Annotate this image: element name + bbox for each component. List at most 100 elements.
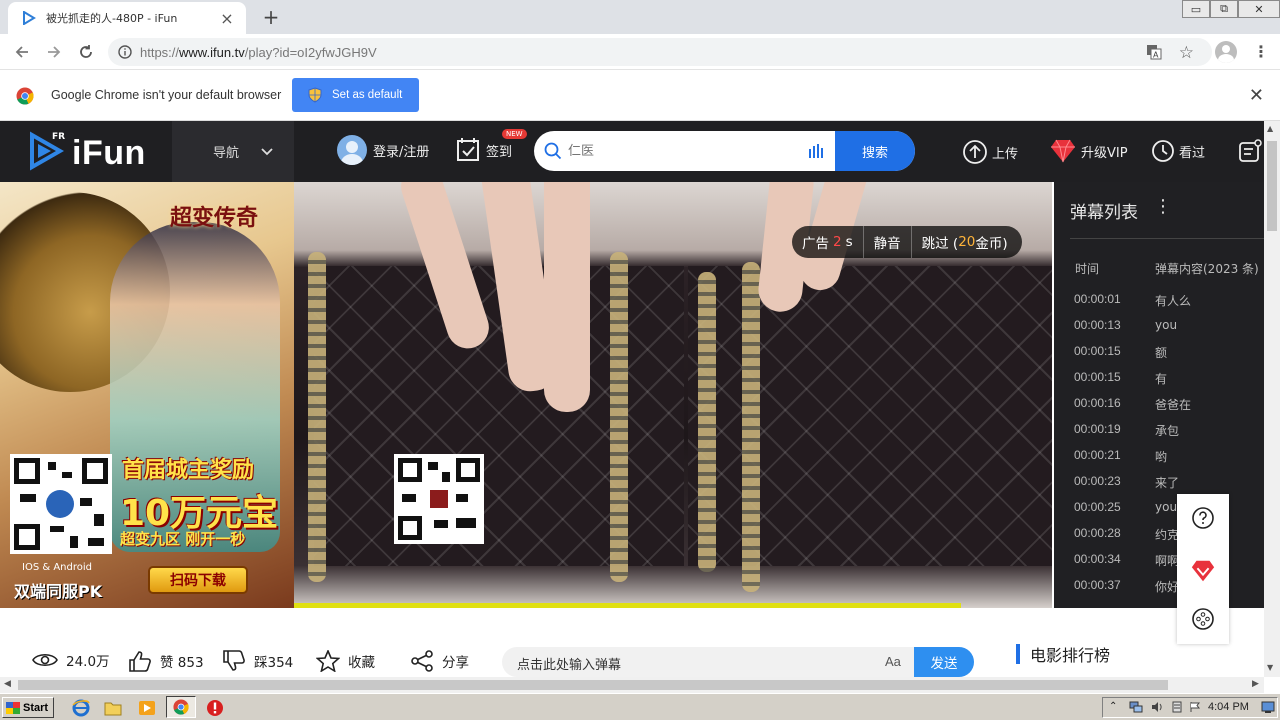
infobar-close-icon[interactable]: ✕ <box>1249 85 1264 106</box>
search-button[interactable]: 搜索 <box>835 131 915 171</box>
danmaku-row[interactable]: 00:00:16 爸爸在 <box>1074 396 1191 413</box>
show-desktop-icon[interactable] <box>1261 701 1275 713</box>
danmaku-row[interactable]: 00:00:23 来了 <box>1074 474 1179 491</box>
watch-history-link[interactable]: 看过 <box>1151 139 1205 163</box>
start-button[interactable]: Start <box>2 697 54 718</box>
ad-pk-text: 双端同服PK <box>14 582 103 601</box>
skip-coins: 20 <box>958 234 976 250</box>
danmaku-time: 00:00:13 <box>1074 318 1121 332</box>
folder-icon[interactable] <box>104 699 122 717</box>
horizontal-scrollbar[interactable]: ◀ ▶ <box>0 677 1264 693</box>
scroll-left-icon[interactable]: ◀ <box>4 679 11 689</box>
danmaku-time: 00:00:21 <box>1074 448 1121 462</box>
url-text[interactable]: https://www.ifun.tv/play?id=oI2yfwJGH9V <box>140 45 377 60</box>
profile-avatar-icon[interactable] <box>1215 41 1237 63</box>
danmaku-row[interactable]: 00:00:19 承包 <box>1074 422 1179 439</box>
network-icon[interactable] <box>1129 701 1143 713</box>
chrome-menu-icon[interactable]: ⋮ <box>1253 42 1269 61</box>
bookmark-star-icon[interactable]: ☆ <box>1179 43 1194 63</box>
ad-progress-bar <box>294 603 962 608</box>
danmaku-title: 弹幕列表 <box>1070 203 1138 223</box>
new-tab-button[interactable]: + <box>258 4 284 30</box>
browser-tab[interactable]: 被光抓走的人-480P - iFun × <box>8 2 246 34</box>
views-label: 24.0万 <box>66 654 110 670</box>
danmaku-divider <box>1070 238 1264 239</box>
favorite-button[interactable]: 收藏 <box>316 650 375 672</box>
danmaku-font-toggle[interactable]: Aa <box>885 654 901 669</box>
skip-ad-button[interactable]: 跳过 (20 金币) <box>910 226 1022 258</box>
ie-icon[interactable] <box>72 699 90 717</box>
tab-close-icon[interactable]: × <box>218 9 236 28</box>
share-button[interactable]: 分享 <box>410 650 469 672</box>
tab-strip: 被光抓走的人-480P - iFun × + ▭ ⧉ ✕ <box>0 0 1280 34</box>
taskbar-clock: 4:04 PM <box>1208 701 1249 713</box>
vertical-scroll-thumb[interactable] <box>1267 141 1277 231</box>
media-player-icon[interactable] <box>138 699 156 717</box>
search-input[interactable] <box>568 131 828 171</box>
upload-link[interactable]: 上传 <box>962 139 1018 165</box>
danmaku-more-icon[interactable]: ⋮ <box>1154 196 1172 217</box>
set-as-default-button[interactable]: Set as default <box>292 78 419 112</box>
vertical-scrollbar[interactable]: ▲ ▼ <box>1264 121 1280 677</box>
ad-control-pill: 广告 2 s 静音 跳过 (20 金币) <box>792 226 1022 258</box>
security-icon[interactable] <box>1171 701 1183 713</box>
upload-label: 上传 <box>992 146 1019 162</box>
danmaku-row[interactable]: 00:00:28 约克 <box>1074 526 1179 543</box>
mute-button[interactable]: 静音 <box>862 226 911 258</box>
ad-scan-download-button[interactable]: 扫码下载 <box>148 566 248 594</box>
tab-title: 被光抓走的人-480P - iFun <box>46 12 178 25</box>
danmaku-row[interactable]: 00:00:21 哟 <box>1074 448 1167 465</box>
check-in-link[interactable]: 签到 NEW <box>456 129 527 163</box>
back-button[interactable] <box>10 40 34 64</box>
danmaku-text: 你好 <box>1155 580 1180 594</box>
danmaku-row[interactable]: 00:00:15 有 <box>1074 370 1167 387</box>
voice-search-icon[interactable] <box>808 143 824 159</box>
tray-expand-icon[interactable]: ⌃ <box>1109 701 1121 713</box>
movie-ranking-heading[interactable]: 电影排行榜 <box>1016 642 1110 666</box>
stop-sign-icon[interactable] <box>206 699 224 717</box>
danmaku-row[interactable]: 00:00:15 额 <box>1074 344 1167 361</box>
dislike-button[interactable]: 踩354 <box>222 650 293 672</box>
danmaku-row[interactable]: 00:00:34 啊啊 <box>1074 552 1179 569</box>
send-danmaku-button[interactable]: 发送 <box>914 647 974 677</box>
translate-icon[interactable]: A <box>1146 44 1162 64</box>
danmaku-row[interactable]: 00:00:01 有人么 <box>1074 292 1191 309</box>
vip-float-button[interactable] <box>1190 558 1216 584</box>
address-bar[interactable]: https://www.ifun.tv/play?id=oI2yfwJGH9V … <box>108 38 1212 66</box>
video-player[interactable]: 广告 2 s 静音 跳过 (20 金币) <box>294 182 1052 608</box>
danmaku-row[interactable]: 00:00:37 你好 <box>1074 578 1179 595</box>
horizontal-scroll-thumb[interactable] <box>18 680 1168 690</box>
scroll-right-icon[interactable]: ▶ <box>1252 679 1259 689</box>
back-arrow-icon <box>15 46 28 58</box>
reload-button[interactable] <box>74 40 98 64</box>
forward-button[interactable] <box>42 40 66 64</box>
gamepad-icon <box>1192 608 1214 630</box>
volume-icon[interactable] <box>1151 701 1163 713</box>
views-count: 24.0万 <box>32 650 110 670</box>
info-icon[interactable] <box>118 45 132 59</box>
like-button[interactable]: 赞 853 <box>128 650 204 672</box>
game-float-button[interactable] <box>1190 606 1216 632</box>
chrome-taskbar-button[interactable] <box>166 696 196 718</box>
more-menu-link[interactable] <box>1238 139 1266 163</box>
upgrade-vip-link[interactable]: 升级VIP <box>1049 139 1128 163</box>
danmaku-input[interactable]: 点击此处输入弹幕 Aa 发送 <box>502 647 974 677</box>
scroll-down-icon[interactable]: ▼ <box>1267 663 1273 672</box>
left-game-ad[interactable]: 超变传奇 首届城主奖励 10万元宝 超变九区 刚开一秒 扫码下载 IOS & A… <box>0 182 294 608</box>
danmaku-row[interactable]: 00:00:13 you <box>1074 318 1177 332</box>
ad-game-title: 超变传奇 <box>170 205 259 231</box>
help-button[interactable] <box>1190 505 1216 531</box>
mute-label: 静音 <box>873 236 901 252</box>
user-avatar-icon <box>337 135 367 165</box>
nav-dropdown[interactable]: 导航 <box>172 121 294 182</box>
flag-notification-icon[interactable] <box>1189 701 1201 713</box>
close-window-button[interactable]: ✕ <box>1238 0 1280 18</box>
ifun-logo[interactable]: FR iFun <box>28 130 158 172</box>
clock-icon <box>1152 140 1174 162</box>
login-register-link[interactable]: 登录/注册 <box>337 135 429 165</box>
scroll-up-icon[interactable]: ▲ <box>1267 124 1273 133</box>
danmaku-row[interactable]: 00:00:25 you <box>1074 500 1177 514</box>
minimize-button[interactable]: ▭ <box>1182 0 1210 18</box>
search-box: 搜索 <box>534 131 915 171</box>
maximize-button[interactable]: ⧉ <box>1210 0 1238 18</box>
